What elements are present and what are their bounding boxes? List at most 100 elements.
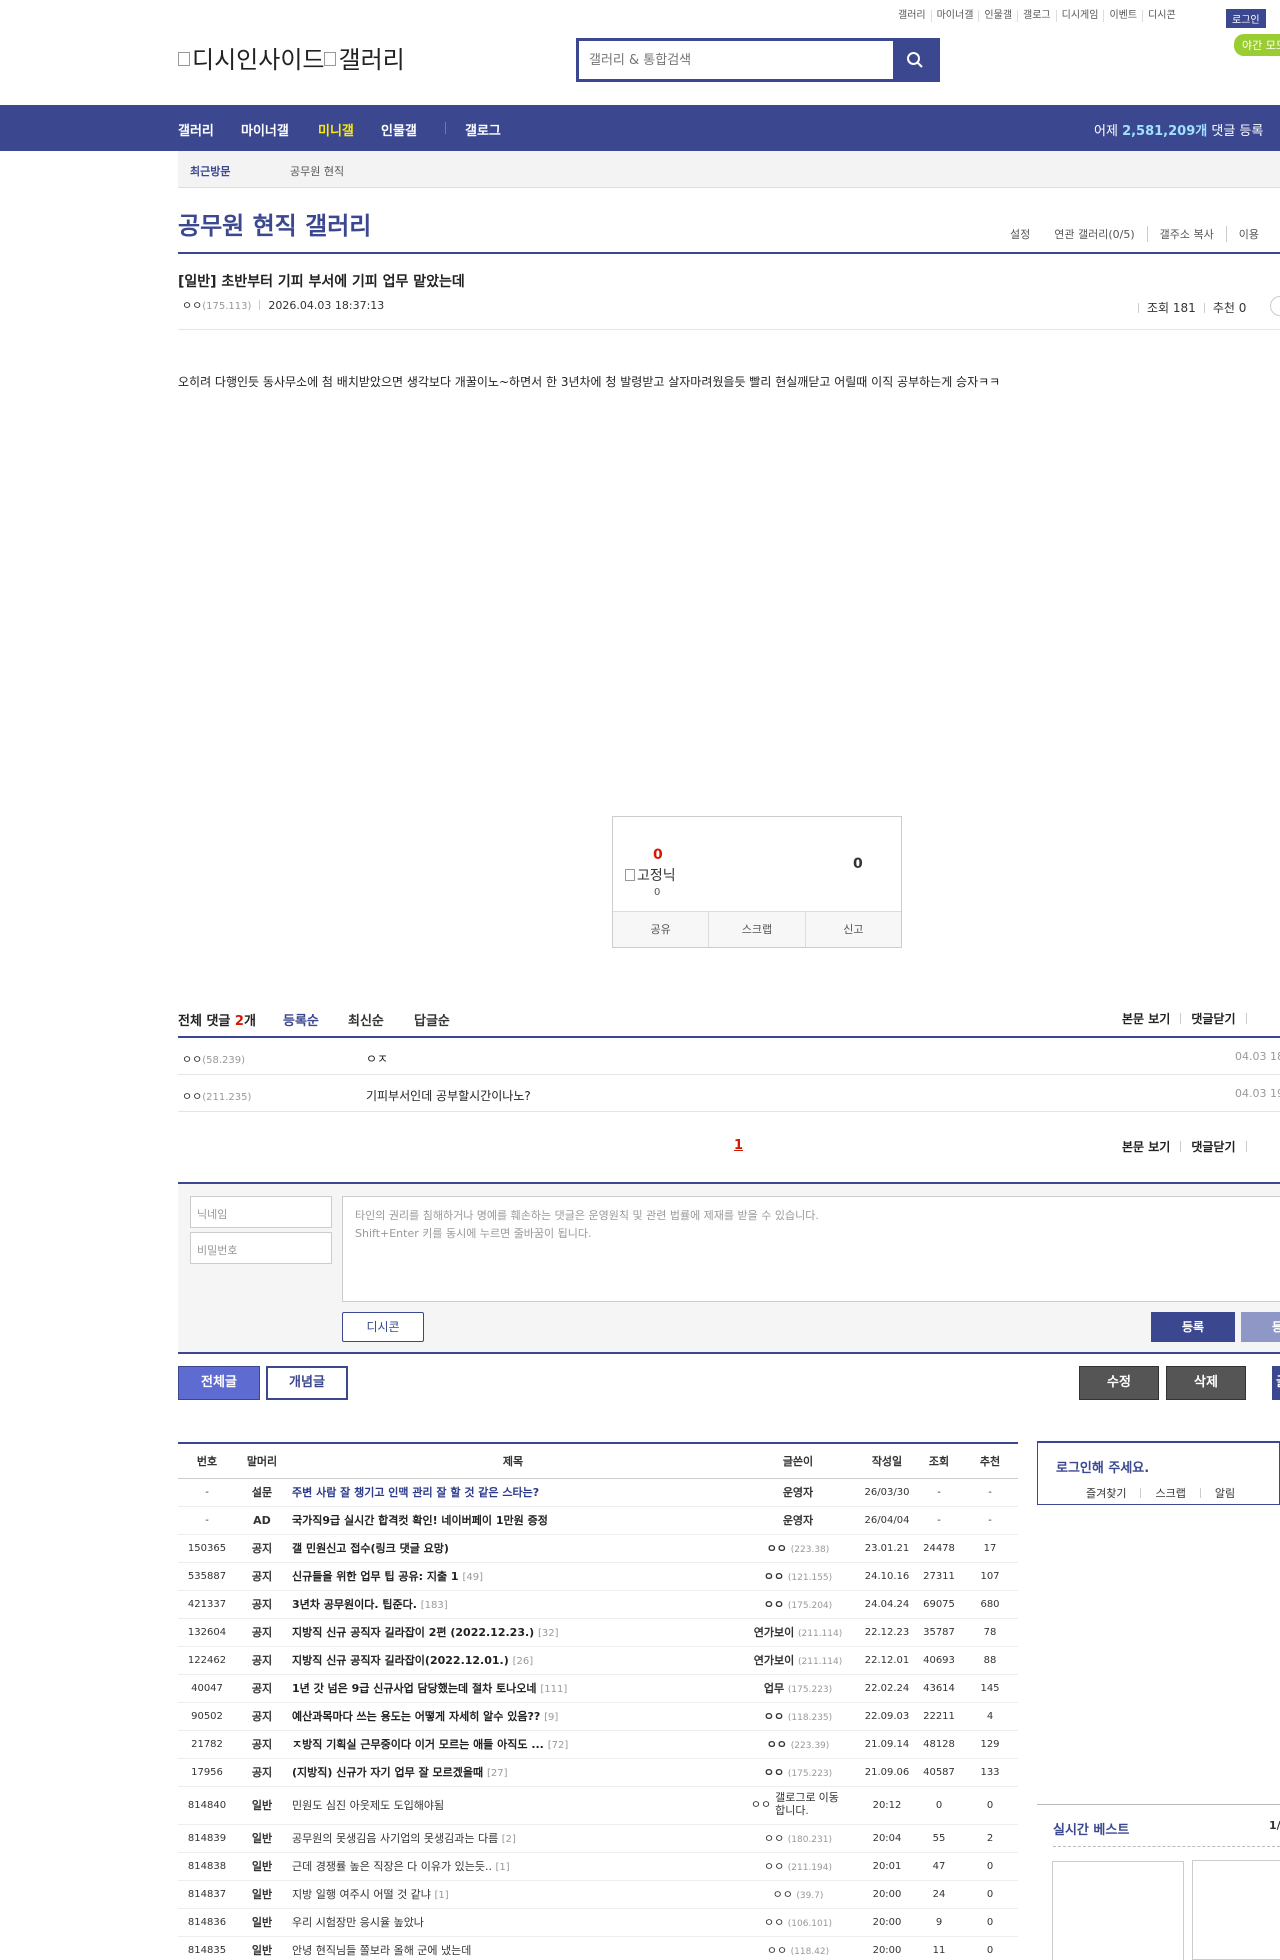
row-writer[interactable]: ㅇㅇ (223.39) bbox=[738, 1730, 858, 1759]
row-subject-text[interactable]: 지방 일행 여주시 어떨 것 같냐 bbox=[292, 1888, 431, 1901]
row-writer[interactable]: ㅇㅇ (106.101) bbox=[738, 1908, 858, 1937]
more-options-icon[interactable] bbox=[1270, 296, 1280, 316]
writer-nick[interactable]: ㅇㅇ bbox=[767, 1738, 787, 1751]
writer-nick[interactable]: ㅇㅇ bbox=[751, 1798, 771, 1811]
scrap-link[interactable]: 스크랩 bbox=[1155, 1487, 1185, 1500]
table-row[interactable]: 814840 일반 민원도 심진 아웃제도 도입해야됨 ㅇㅇ 갤로그로 이동합니다. 20… bbox=[178, 1786, 1018, 1825]
nav-minor-gallery[interactable]: 마이너갤 bbox=[241, 120, 289, 139]
table-row[interactable]: - 설문 주변 사람 잘 챙기고 인맥 관리 잘 할 것 같은 스타는? 운영자 26/… bbox=[178, 1478, 1018, 1507]
comment-nick[interactable]: ㅇㅇ(211.235) bbox=[182, 1088, 251, 1104]
comment-nick[interactable]: ㅇㅇ(58.239) bbox=[182, 1051, 245, 1067]
row-subject-text[interactable]: (지방직) 신규가 자기 업무 잘 모르겠을때 bbox=[292, 1766, 483, 1779]
top-link[interactable]: 갤로그 bbox=[1018, 10, 1057, 22]
row-reply-count[interactable]: [2] bbox=[502, 1834, 516, 1845]
row-subject-text[interactable]: 우리 시험장만 응시율 높았나 bbox=[292, 1916, 424, 1929]
row-subject[interactable]: 공무원의 못생김음 사기업의 못생김과는 다름 [2] bbox=[288, 1824, 738, 1853]
row-subject-text[interactable]: 지방직 신규 공직자 길라잡이(2022.12.01.) bbox=[292, 1654, 509, 1667]
delete-button[interactable]: 삭제 bbox=[1166, 1366, 1246, 1400]
recommend-down-count[interactable]: 0 bbox=[853, 856, 863, 872]
register-button[interactable]: 등록 bbox=[1151, 1312, 1235, 1342]
table-row[interactable]: 814835 일반 안녕 현직님들 쫄보라 올해 군에 냈는데 ㅇㅇ (118.42)… bbox=[178, 1936, 1018, 1960]
row-writer[interactable]: ㅇㅇ (180.231) bbox=[738, 1824, 858, 1853]
row-writer[interactable]: ㅇㅇ (211.194) bbox=[738, 1852, 858, 1881]
gallog-link-icon[interactable]: 갤로그로 이동합니다. bbox=[775, 1792, 845, 1818]
top-link[interactable]: 갤러리 bbox=[893, 10, 932, 22]
row-reply-count[interactable]: [1] bbox=[434, 1890, 448, 1901]
writer-nick[interactable]: 운영자 bbox=[783, 1514, 813, 1527]
row-writer[interactable]: ㅇㅇ 갤로그로 이동합니다. bbox=[738, 1786, 858, 1825]
row-writer[interactable]: 연가보이 (211.114) bbox=[738, 1618, 858, 1647]
table-row[interactable]: 90502 공지 예산과목마다 쓰는 용도는 어떻게 자세히 알수 있음?? [9]… bbox=[178, 1702, 1018, 1731]
table-row[interactable]: 535887 공지 신규들을 위한 업무 팁 공유: 지출 1 [49] ㅇㅇ (12… bbox=[178, 1562, 1018, 1591]
writer-nick[interactable]: ㅇㅇ bbox=[764, 1570, 784, 1583]
row-writer[interactable]: ㅇㅇ (118.235) bbox=[738, 1702, 858, 1731]
row-subject-text[interactable]: 3년차 공무원이다. 팁준다. bbox=[292, 1598, 417, 1611]
view-body-link[interactable]: 본문 보기 bbox=[1122, 1140, 1170, 1154]
row-reply-count[interactable]: [9] bbox=[544, 1712, 558, 1723]
row-subject[interactable]: 예산과목마다 쓰는 용도는 어떻게 자세히 알수 있음?? [9] bbox=[288, 1702, 738, 1731]
nav-mini-gallery[interactable]: 미니갤 bbox=[318, 120, 354, 139]
row-subject[interactable]: 주변 사람 잘 챙기고 인맥 관리 잘 할 것 같은 스타는? bbox=[288, 1478, 738, 1507]
nav-gallery[interactable]: 갤러리 bbox=[178, 120, 214, 139]
row-subject[interactable]: 1년 갓 넘은 9급 신규사업 담당했는데 절차 토나오네 [111] bbox=[288, 1674, 738, 1703]
all-posts-button[interactable]: 전체글 bbox=[178, 1366, 260, 1400]
sort-by-registration[interactable]: 등록순 bbox=[283, 1010, 319, 1029]
table-row[interactable]: 814838 일반 근데 경쟁률 높은 직장은 다 이유가 있는듯.. [1] ㅇㅇ … bbox=[178, 1852, 1018, 1881]
report-button[interactable]: 신고 bbox=[806, 912, 901, 947]
row-subject-text[interactable]: 1년 갓 넘은 9급 신규사업 담당했는데 절차 토나오네 bbox=[292, 1682, 537, 1695]
row-subject[interactable]: 근데 경쟁률 높은 직장은 다 이유가 있는듯.. [1] bbox=[288, 1852, 738, 1881]
best-thumbnail[interactable] bbox=[1052, 1861, 1184, 1960]
row-subject[interactable]: 국가직9급 실시간 합격컷 확인! 네이버페이 1만원 증정 bbox=[288, 1506, 738, 1535]
copy-gallery-address-link[interactable]: 갤주소 복사 bbox=[1148, 226, 1227, 242]
row-writer[interactable]: ㅇㅇ (175.223) bbox=[738, 1758, 858, 1787]
row-writer[interactable]: 운영자 bbox=[738, 1506, 858, 1535]
night-mode-button[interactable]: 야간 모드 bbox=[1234, 34, 1280, 56]
row-reply-count[interactable]: [72] bbox=[548, 1740, 569, 1751]
row-subject-text[interactable]: 민원도 심진 아웃제도 도입해야됨 bbox=[292, 1799, 444, 1812]
table-row[interactable]: 814836 일반 우리 시험장만 응시율 높았나 ㅇㅇ (106.101) 20:00… bbox=[178, 1908, 1018, 1937]
row-reply-count[interactable]: [26] bbox=[513, 1656, 534, 1667]
row-subject-text[interactable]: 공무원의 못생김음 사기업의 못생김과는 다름 bbox=[292, 1832, 498, 1845]
row-reply-count[interactable]: [111] bbox=[540, 1684, 567, 1695]
nickname-input[interactable]: 닉네임 bbox=[190, 1196, 332, 1228]
usage-link[interactable]: 이용 bbox=[1227, 226, 1271, 242]
writer-nick[interactable]: ㅇㅇ bbox=[764, 1832, 784, 1845]
row-reply-count[interactable]: [27] bbox=[487, 1768, 508, 1779]
best-thumbnail[interactable] bbox=[1192, 1860, 1280, 1960]
row-reply-count[interactable]: [49] bbox=[462, 1572, 483, 1583]
sort-by-replies[interactable]: 답글순 bbox=[414, 1010, 450, 1029]
nav-gallog[interactable]: 갤로그 bbox=[465, 120, 501, 139]
writer-nick[interactable]: ㅇㅇ bbox=[773, 1888, 793, 1901]
row-reply-count[interactable]: [1] bbox=[496, 1862, 510, 1873]
scrap-button[interactable]: 스크랩 bbox=[709, 912, 806, 947]
writer-nick[interactable]: ㅇㅇ bbox=[764, 1916, 784, 1929]
writer-nick[interactable]: ㅇㅇ bbox=[767, 1542, 787, 1555]
row-writer[interactable]: ㅇㅇ (175.204) bbox=[738, 1590, 858, 1619]
table-row[interactable]: 150365 공지 갤 민원신고 접수(링크 댓글 요망) ㅇㅇ (223.38) 23… bbox=[178, 1534, 1018, 1563]
row-subject-text[interactable]: 갤 민원신고 접수(링크 댓글 요망) bbox=[292, 1542, 449, 1555]
top-link[interactable]: 디시콘 bbox=[1143, 10, 1181, 22]
row-writer[interactable]: 운영자 bbox=[738, 1478, 858, 1507]
row-subject[interactable]: 민원도 심진 아웃제도 도입해야됨 bbox=[288, 1786, 738, 1825]
row-writer[interactable]: ㅇㅇ (121.155) bbox=[738, 1562, 858, 1591]
writer-nick[interactable]: ㅇㅇ bbox=[764, 1598, 784, 1611]
write-button[interactable]: 글 bbox=[1272, 1366, 1280, 1400]
favorites-link[interactable]: 즐겨찾기 bbox=[1086, 1487, 1126, 1500]
close-comments-link[interactable]: 댓글닫기 bbox=[1191, 1012, 1235, 1026]
close-comments-link[interactable]: 댓글닫기 bbox=[1191, 1140, 1235, 1154]
row-subject-text[interactable]: 신규들을 위한 업무 팁 공유: 지출 1 bbox=[292, 1570, 459, 1583]
table-row[interactable]: 17956 공지 (지방직) 신규가 자기 업무 잘 모르겠을때 [27] ㅇㅇ (1… bbox=[178, 1758, 1018, 1787]
row-subject[interactable]: 3년차 공무원이다. 팁준다. [183] bbox=[288, 1590, 738, 1619]
row-subject[interactable]: (지방직) 신규가 자기 업무 잘 모르겠을때 [27] bbox=[288, 1758, 738, 1787]
top-link[interactable]: 인물갤 bbox=[979, 10, 1019, 22]
top-link[interactable]: 디시게임 bbox=[1057, 10, 1105, 22]
table-row[interactable]: 814839 일반 공무원의 못생김음 사기업의 못생김과는 다름 [2] ㅇㅇ (1… bbox=[178, 1824, 1018, 1853]
row-reply-count[interactable]: [32] bbox=[538, 1628, 559, 1639]
row-writer[interactable]: ㅇㅇ (118.42) bbox=[738, 1936, 858, 1960]
top-link[interactable]: 이벤트 bbox=[1104, 10, 1144, 22]
password-input[interactable]: 비밀번호 bbox=[190, 1232, 332, 1264]
table-row[interactable]: 122462 공지 지방직 신규 공직자 길라잡이(2022.12.01.) [26… bbox=[178, 1646, 1018, 1675]
table-row[interactable]: 40047 공지 1년 갓 넘은 9급 신규사업 담당했는데 절차 토나오네 [11… bbox=[178, 1674, 1018, 1703]
row-writer[interactable]: ㅇㅇ (223.38) bbox=[738, 1534, 858, 1563]
writer-nick[interactable]: ㅇㅇ bbox=[767, 1944, 787, 1957]
